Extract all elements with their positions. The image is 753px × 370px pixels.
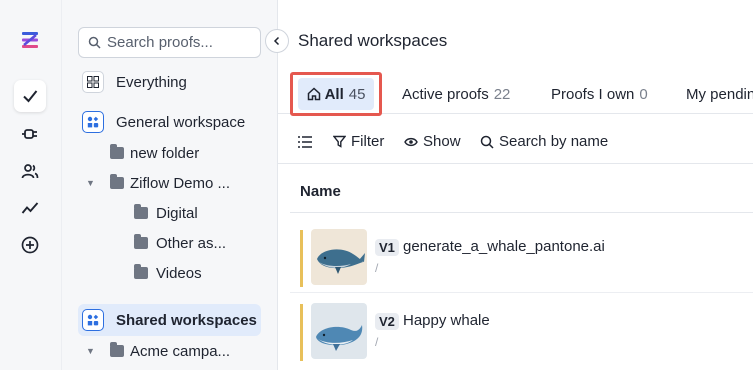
filter-label: Filter [351,133,385,150]
icon-rail [0,0,62,370]
tab-my-pending[interactable]: My pendin [686,74,753,114]
list-view-button[interactable] [298,135,312,148]
search-proofs-input[interactable] [107,34,257,51]
header-divider [290,212,753,213]
tab-proofs-i-own[interactable]: Proofs I own 0 [551,74,648,114]
sidebar-item-label: Videos [156,264,202,282]
folder-icon [110,144,124,159]
page-title: Shared workspaces [298,31,448,50]
search-icon [88,36,101,49]
table-row[interactable]: V1 generate_a_whale_pantone.ai / [290,228,753,293]
sidebar-item-label: Other as... [156,234,227,252]
sidebar-item-label: Everything [116,73,187,91]
search-icon [480,135,494,149]
proof-name[interactable]: Happy whale [403,312,490,329]
column-header-name[interactable]: Name [300,183,341,200]
search-proofs-field[interactable] [78,27,261,58]
whale-thumbnail[interactable] [311,229,367,285]
tab-label: Active proofs [402,85,489,103]
tab-active-proofs[interactable]: Active proofs 22 [402,74,510,114]
chevron-down-icon[interactable]: ▼ [86,346,98,356]
filter-button[interactable]: Filter [333,133,384,150]
grid-icon [82,71,104,93]
sidebar-item-label: Acme campa... [130,342,231,360]
folder-icon [110,174,124,189]
show-label: Show [423,133,461,150]
proofs-check-icon[interactable] [14,80,46,112]
tab-count: 0 [639,85,648,103]
sidebar-item-label: Shared workspaces [116,311,257,329]
folder-icon [134,204,148,219]
sidebar-item-label: Digital [156,204,198,222]
tab-all[interactable]: All 45 [290,72,382,116]
proof-tabs: All 45 Active proofs 22 Proofs I own 0 M… [278,72,753,116]
proof-path: / [375,261,379,275]
version-badge: V2 [375,313,399,330]
sidebar-item-general-workspace[interactable]: General workspace [82,107,245,137]
sidebar-item-other-assets[interactable]: Other as... [134,228,226,258]
tab-count: 22 [493,85,511,103]
status-bar [300,304,303,361]
workspace-icon [82,309,104,331]
sidebar-item-label: new folder [130,144,200,162]
proof-path: / [375,335,379,349]
search-by-name-field[interactable]: Search by name [480,133,608,150]
tab-label: All [324,85,344,103]
sidebar-item-videos[interactable]: Videos [134,258,202,288]
eye-icon [404,137,418,146]
main-content: Shared workspaces All 45 Active proofs 2… [278,0,753,370]
workspace-sidebar: Everything General workspace new folder … [62,0,278,370]
sidebar-item-shared-workspaces[interactable]: Shared workspaces [78,304,261,336]
tab-label: My pendin [686,85,753,103]
sidebar-item-ziflow-demo[interactable]: ▼ Ziflow Demo ... [86,168,230,198]
chevron-down-icon[interactable]: ▼ [86,178,98,188]
search-by-name-label: Search by name [499,133,609,150]
plug-icon[interactable] [14,118,46,150]
filter-icon [333,135,346,148]
sidebar-item-new-folder[interactable]: new folder [110,138,199,168]
proof-name[interactable]: generate_a_whale_pantone.ai [403,238,605,255]
folder-icon [134,264,148,279]
home-icon [307,87,320,101]
row-divider [290,292,753,293]
list-icon [298,135,312,148]
collapse-sidebar-button[interactable] [265,29,289,53]
sidebar-item-digital[interactable]: Digital [134,198,198,228]
activity-icon[interactable] [14,192,46,224]
folder-icon [110,342,124,357]
ziflow-logo-icon[interactable] [14,24,46,56]
show-button[interactable]: Show [404,133,461,150]
sidebar-item-label: General workspace [116,113,246,131]
whale-thumbnail[interactable] [311,303,367,359]
status-bar [300,230,303,287]
sidebar-item-label: Ziflow Demo ... [130,174,231,192]
sidebar-item-acme-campaign[interactable]: ▼ Acme campa... [86,336,230,366]
table-row[interactable]: V2 Happy whale / [290,302,753,367]
sidebar-item-everything[interactable]: Everything [82,67,187,97]
users-icon[interactable] [14,155,46,187]
tab-count: 45 [348,85,366,103]
add-circle-icon[interactable] [14,229,46,261]
list-toolbar: Filter Show Search by name [278,120,753,164]
chevron-left-icon [273,36,280,46]
folder-icon [134,234,148,249]
workspace-icon [82,111,104,133]
tab-label: Proofs I own [551,85,635,103]
version-badge: V1 [375,239,399,256]
